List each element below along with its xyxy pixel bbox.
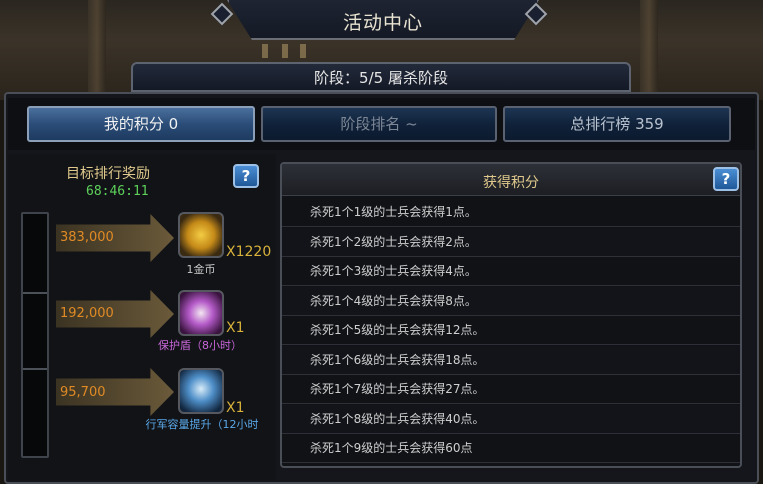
points-rule-row: 杀死1个5级的士兵会获得12点。: [282, 316, 740, 345]
rewards-help-button[interactable]: ?: [233, 164, 259, 188]
rewards-title: 目标排行奖励: [66, 166, 150, 182]
points-rule-row: 杀死1个9级的士兵会获得60点: [282, 434, 740, 463]
reward-quantity: X1220: [226, 244, 272, 260]
track-tick: [23, 292, 47, 294]
countdown-timer: 68:46:11: [86, 184, 149, 199]
reward-name: 保护盾（8小时）: [158, 339, 242, 352]
background-light: [282, 44, 288, 58]
gold-coin-icon[interactable]: [178, 212, 224, 258]
points-help-button[interactable]: ?: [713, 167, 739, 191]
points-panel[interactable]: 获得积分 杀死1个1级的士兵会获得1点。 杀死1个2级的士兵会获得2点。 杀死1个3…: [280, 162, 742, 468]
points-rule-row: 杀死1个7级的士兵会获得27点。: [282, 375, 740, 404]
tier-threshold: 383,000: [60, 230, 114, 245]
points-rule-row: 杀死1个8级的士兵会获得40点。: [282, 404, 740, 434]
background-pillar: [88, 0, 106, 100]
background-pillar: [640, 0, 658, 100]
background-light: [262, 44, 268, 58]
track-tick: [23, 368, 47, 370]
points-rule-row: 杀死1个4级的士兵会获得8点。: [282, 286, 740, 316]
reward-quantity: X1: [226, 400, 245, 416]
tier-threshold: 95,700: [60, 385, 106, 400]
reward-quantity: X1: [226, 320, 245, 336]
tab-overall-ranking[interactable]: 总排行榜 359: [503, 106, 731, 142]
tab-stage-ranking[interactable]: 阶段排名 ~: [261, 106, 497, 142]
shield-wings-icon[interactable]: [178, 290, 224, 336]
march-capacity-icon[interactable]: [178, 368, 224, 414]
reward-name: 行军容量提升（12小时: [145, 418, 259, 431]
reward-name: 1金币: [186, 263, 216, 276]
points-rule-row: 杀死1个3级的士兵会获得4点。: [282, 257, 740, 286]
window-title: 活动中心: [342, 12, 423, 34]
background-light: [300, 44, 306, 58]
tier-threshold: 192,000: [60, 306, 114, 321]
points-rule-row: 杀死1个1级的士兵会获得1点。: [282, 198, 740, 227]
points-rule-row: 杀死1个2级的士兵会获得2点。: [282, 227, 740, 257]
tab-my-points[interactable]: 我的积分 0: [27, 106, 255, 142]
points-panel-title: 获得积分: [483, 175, 539, 191]
progress-track: [21, 212, 49, 458]
points-rule-row: 杀死1个6级的士兵会获得18点。: [282, 345, 740, 375]
stage-label: 阶段：5/5 屠杀阶段: [314, 69, 448, 87]
